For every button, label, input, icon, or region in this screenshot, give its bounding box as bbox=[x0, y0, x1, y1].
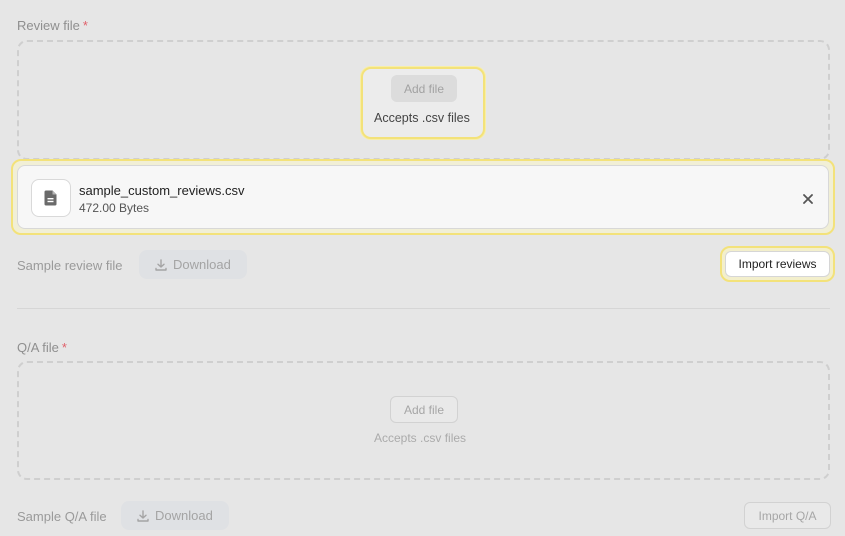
review-file-label: Review file * bbox=[17, 18, 88, 33]
sample-review-file-label: Sample review file bbox=[17, 258, 123, 273]
download-icon bbox=[137, 509, 149, 522]
document-icon bbox=[31, 179, 71, 217]
review-add-file-focus: Add file Accepts .csv files bbox=[361, 67, 485, 139]
required-mark: * bbox=[82, 18, 88, 33]
import-reviews-focus: Import reviews bbox=[720, 246, 835, 282]
download-sample-review-button[interactable]: Download bbox=[139, 250, 247, 279]
review-file-label-text: Review file bbox=[17, 18, 80, 33]
file-name: sample_custom_reviews.csv bbox=[79, 183, 245, 198]
download-sample-qa-button[interactable]: Download bbox=[121, 501, 229, 530]
review-accepts-hint: Accepts .csv files bbox=[374, 111, 470, 125]
close-icon[interactable] bbox=[800, 191, 816, 207]
qa-file-label-text: Q/A file bbox=[17, 340, 59, 355]
qa-file-label: Q/A file * bbox=[17, 340, 67, 355]
required-mark: * bbox=[61, 340, 67, 355]
review-add-file-button[interactable]: Add file bbox=[391, 75, 457, 102]
download-icon bbox=[155, 258, 167, 271]
file-size: 472.00 Bytes bbox=[79, 201, 150, 215]
download-label: Download bbox=[173, 257, 231, 272]
review-file-card: sample_custom_reviews.csv 472.00 Bytes bbox=[11, 159, 835, 235]
import-page: Review file * Add file Accepts .csv files… bbox=[0, 0, 845, 536]
section-divider bbox=[17, 308, 830, 309]
import-qa-button[interactable]: Import Q/A bbox=[744, 502, 831, 529]
import-reviews-button[interactable]: Import reviews bbox=[725, 251, 830, 277]
qa-accepts-hint: Accepts .csv files bbox=[374, 431, 467, 445]
qa-add-file-button[interactable]: Add file bbox=[390, 396, 458, 423]
file-card-body: sample_custom_reviews.csv 472.00 Bytes bbox=[17, 165, 829, 229]
sample-qa-file-label: Sample Q/A file bbox=[17, 509, 107, 524]
download-label: Download bbox=[155, 508, 213, 523]
